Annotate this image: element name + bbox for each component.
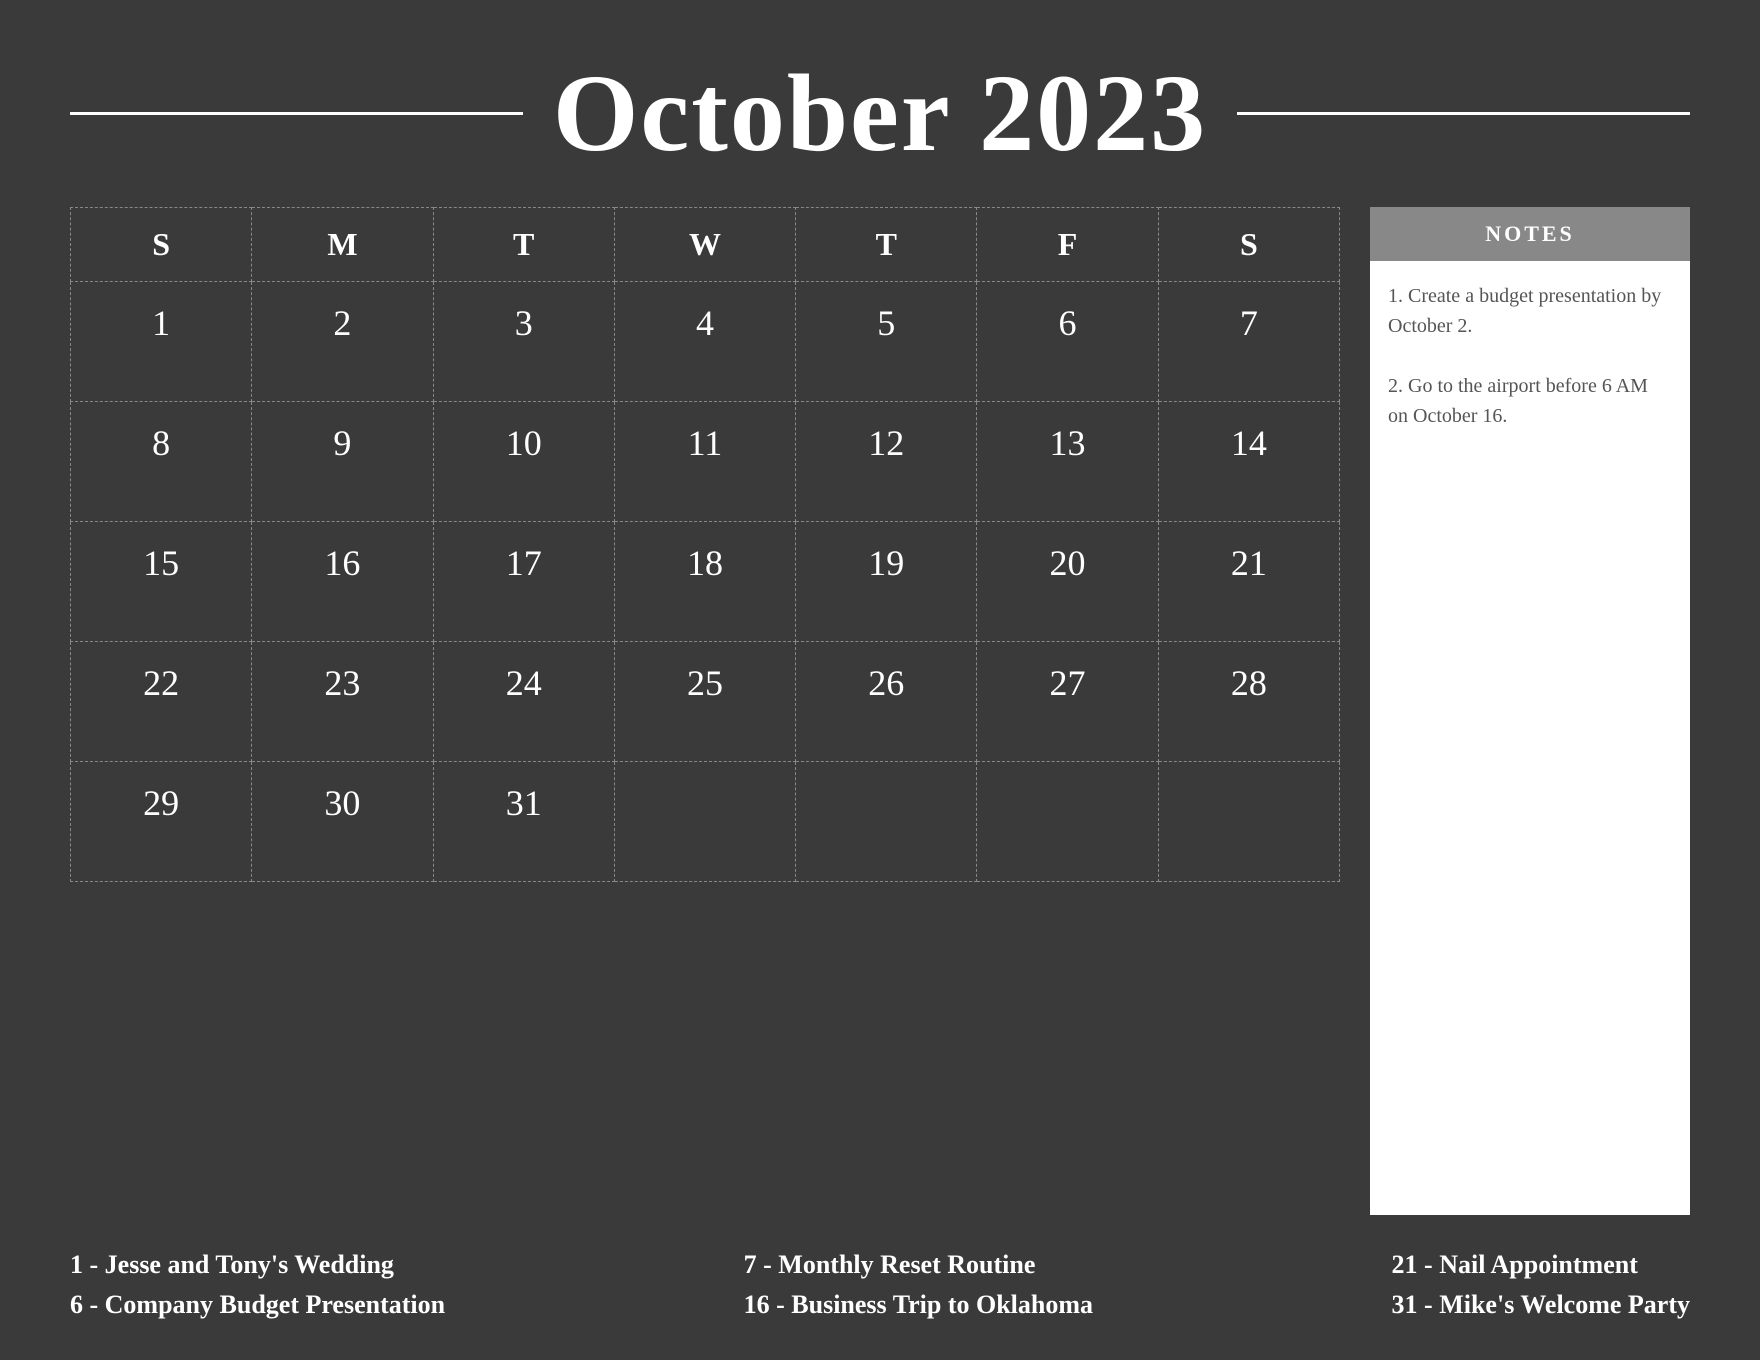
main-content: S M T W T F S 12345678910111213141516171… — [70, 207, 1690, 1215]
day-header-sun: S — [71, 208, 252, 282]
calendar-day-13: 13 — [977, 402, 1158, 522]
calendar-day-15: 15 — [71, 522, 252, 642]
day-header-fri: F — [977, 208, 1158, 282]
calendar-day-23: 23 — [252, 642, 433, 762]
calendar-day-6: 6 — [977, 282, 1158, 402]
calendar-day-17: 17 — [433, 522, 614, 642]
event-16: 16 - Business Trip to Oklahoma — [744, 1290, 1093, 1320]
calendar-row-5: 293031 — [71, 762, 1340, 882]
event-7: 7 - Monthly Reset Routine — [744, 1250, 1093, 1280]
event-31: 31 - Mike's Welcome Party — [1392, 1290, 1690, 1320]
calendar-day-12: 12 — [796, 402, 977, 522]
event-6: 6 - Company Budget Presentation — [70, 1290, 445, 1320]
calendar-day-30: 30 — [252, 762, 433, 882]
calendar-day-22: 22 — [71, 642, 252, 762]
header-line-left — [70, 112, 523, 115]
calendar-day-14: 14 — [1158, 402, 1339, 522]
notes-section: NOTES 1. Create a budget presentation by… — [1370, 207, 1690, 1215]
calendar-section: S M T W T F S 12345678910111213141516171… — [70, 207, 1340, 1215]
calendar-day-31: 31 — [433, 762, 614, 882]
calendar-day-9: 9 — [252, 402, 433, 522]
footer-column-2: 7 - Monthly Reset Routine 16 - Business … — [744, 1250, 1093, 1320]
calendar-day-18: 18 — [614, 522, 795, 642]
calendar-day-empty — [796, 762, 977, 882]
calendar-day-2: 2 — [252, 282, 433, 402]
calendar-day-empty — [977, 762, 1158, 882]
footer-column-3: 21 - Nail Appointment 31 - Mike's Welcom… — [1392, 1250, 1690, 1320]
calendar-day-28: 28 — [1158, 642, 1339, 762]
header: October 2023 — [70, 50, 1690, 177]
calendar-day-3: 3 — [433, 282, 614, 402]
day-header-sat: S — [1158, 208, 1339, 282]
calendar-row-1: 1234567 — [71, 282, 1340, 402]
calendar-day-16: 16 — [252, 522, 433, 642]
notes-item-1: 1. Create a budget presentation by Octob… — [1388, 281, 1672, 341]
calendar-day-8: 8 — [71, 402, 252, 522]
calendar-day-11: 11 — [614, 402, 795, 522]
calendar-day-7: 7 — [1158, 282, 1339, 402]
page-container: October 2023 S M T W T F S — [0, 0, 1760, 1360]
calendar-day-4: 4 — [614, 282, 795, 402]
calendar-row-4: 22232425262728 — [71, 642, 1340, 762]
calendar-day-5: 5 — [796, 282, 977, 402]
calendar-row-3: 15161718192021 — [71, 522, 1340, 642]
calendar-grid: S M T W T F S 12345678910111213141516171… — [70, 207, 1340, 882]
notes-header: NOTES — [1370, 207, 1690, 261]
calendar-day-20: 20 — [977, 522, 1158, 642]
calendar-day-19: 19 — [796, 522, 977, 642]
day-header-tue: T — [433, 208, 614, 282]
footer-column-1: 1 - Jesse and Tony's Wedding 6 - Company… — [70, 1250, 445, 1320]
page-title: October 2023 — [553, 50, 1207, 177]
calendar-day-21: 21 — [1158, 522, 1339, 642]
day-header-mon: M — [252, 208, 433, 282]
event-1: 1 - Jesse and Tony's Wedding — [70, 1250, 445, 1280]
calendar-day-25: 25 — [614, 642, 795, 762]
day-header-thu: T — [796, 208, 977, 282]
calendar-row-2: 891011121314 — [71, 402, 1340, 522]
calendar-day-1: 1 — [71, 282, 252, 402]
calendar-day-24: 24 — [433, 642, 614, 762]
calendar-day-empty — [614, 762, 795, 882]
footer-events: 1 - Jesse and Tony's Wedding 6 - Company… — [70, 1235, 1690, 1320]
calendar-day-10: 10 — [433, 402, 614, 522]
calendar-day-27: 27 — [977, 642, 1158, 762]
calendar-header-row: S M T W T F S — [71, 208, 1340, 282]
calendar-day-26: 26 — [796, 642, 977, 762]
notes-body: 1. Create a budget presentation by Octob… — [1370, 261, 1690, 1215]
calendar-day-empty — [1158, 762, 1339, 882]
header-line-right — [1237, 112, 1690, 115]
event-21: 21 - Nail Appointment — [1392, 1250, 1690, 1280]
day-header-wed: W — [614, 208, 795, 282]
notes-item-2: 2. Go to the airport before 6 AM on Octo… — [1388, 371, 1672, 431]
calendar-day-29: 29 — [71, 762, 252, 882]
